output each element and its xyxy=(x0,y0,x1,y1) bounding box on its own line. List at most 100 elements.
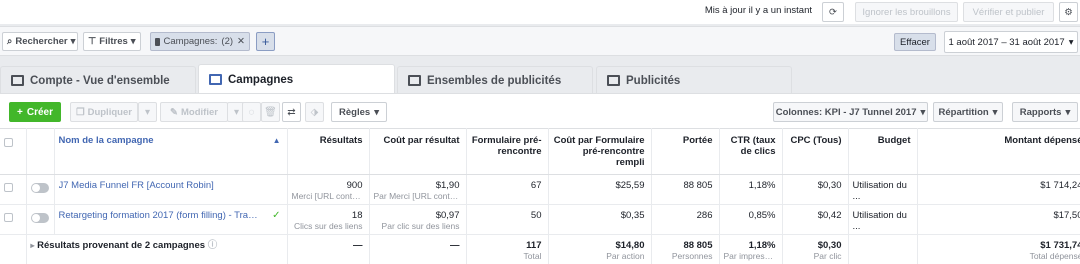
chip-count: (2) xyxy=(221,36,234,47)
column-header-cost-per-result[interactable]: Coût par résultat xyxy=(369,128,467,175)
column-header-cost-form[interactable]: Coût par Formulaire pré-rencontre rempli xyxy=(548,128,652,175)
filters-button[interactable]: ⊤ Filtres ▾ xyxy=(83,32,141,51)
tag-button[interactable]: ⬗ xyxy=(305,102,324,122)
results-cell: 18 Clics sur des liens xyxy=(287,204,370,235)
search-button[interactable]: ⌕ Rechercher ▾ xyxy=(2,32,78,51)
create-label: Créer xyxy=(26,106,53,118)
column-header-form[interactable]: Formulaire pré-rencontre xyxy=(466,128,549,175)
rules-button[interactable]: Règles ▾ xyxy=(331,102,387,122)
column-header-label: Nom de la campagne xyxy=(58,135,154,146)
ab-test-icon: ◌ xyxy=(248,106,255,118)
filter-icon: ⊤ xyxy=(88,36,97,47)
filter-bar: ⌕ Rechercher ▾ ⊤ Filtres ▾ Campagnes: (2… xyxy=(0,26,1080,56)
total-blank-cell xyxy=(0,234,27,264)
breakdown-button[interactable]: Répartition ▾ xyxy=(933,102,1003,122)
table-header-row: Nom de la campagne ▲ Résultats Coût par … xyxy=(0,128,1080,175)
results-value: 900 xyxy=(346,180,363,191)
last-updated-status: Mis à jour il y a un instant xyxy=(704,5,812,16)
total-reach-value: 88 805 xyxy=(683,240,713,251)
ctr-cell: 0,85% xyxy=(719,204,783,235)
column-header-results[interactable]: Résultats xyxy=(287,128,370,175)
select-all-header xyxy=(0,128,27,175)
tab-label: Publicités xyxy=(626,74,681,87)
trash-icon: 🗑 xyxy=(264,106,277,118)
columns-button[interactable]: Colonnes: KPI - J7 Tunnel 2017 ▾ xyxy=(773,102,928,122)
results-sub: Merci [URL contai... xyxy=(291,191,363,201)
column-header-cpc[interactable]: CPC (Tous) xyxy=(782,128,849,175)
breakdown-label: Répartition xyxy=(938,106,989,118)
column-header-spent[interactable]: Montant dépensé xyxy=(917,128,1080,175)
total-cost-per-result: — xyxy=(369,234,467,264)
total-label-cell: ▸ Résultats provenant de 2 campagnes ⓘ xyxy=(26,234,288,264)
preview-button[interactable]: ⇄ xyxy=(282,102,301,122)
date-range-picker[interactable]: 1 août 2017 – 31 août 2017 ▾ xyxy=(944,31,1078,53)
create-button[interactable]: + Créer xyxy=(9,102,61,122)
select-all-checkbox[interactable] xyxy=(4,138,13,147)
review-publish-button[interactable]: Vérifier et publier xyxy=(963,2,1054,22)
tab-ad-sets[interactable]: Ensembles de publicités xyxy=(397,66,593,94)
total-cpc-sub: Par clic xyxy=(813,251,842,261)
plus-icon: + xyxy=(17,106,23,118)
ad-set-icon xyxy=(408,75,421,86)
total-spent-sub: Total dépensé xyxy=(1029,251,1080,261)
campaign-name-link[interactable]: Retargeting formation 2017 (form filling… xyxy=(59,210,259,221)
edit-button[interactable]: ✎ Modifier xyxy=(160,102,228,122)
add-filter-button[interactable]: + xyxy=(256,32,275,51)
column-header-budget[interactable]: Budget xyxy=(848,128,918,175)
row-select-cell xyxy=(0,204,27,235)
delete-button[interactable]: 🗑 xyxy=(261,102,280,122)
ignore-drafts-button[interactable]: Ignorer les brouillons xyxy=(855,2,958,22)
spent-cell: $17,50 xyxy=(917,204,1080,235)
plus-icon: + xyxy=(261,34,270,49)
reach-cell: 286 xyxy=(651,204,720,235)
total-reach-cell: 88 805 Personnes xyxy=(651,234,720,264)
row-checkbox[interactable] xyxy=(4,183,13,192)
chevron-down-icon: ▾ xyxy=(130,36,136,47)
tab-campaigns[interactable]: Campagnes xyxy=(198,64,395,94)
cost-per-result-value: $1,90 xyxy=(435,180,460,191)
chevron-down-icon: ▾ xyxy=(70,36,76,47)
column-header-name[interactable]: Nom de la campagne ▲ xyxy=(54,128,288,175)
chip-label: Campagnes: xyxy=(163,36,218,47)
info-icon[interactable]: ⓘ xyxy=(208,240,218,251)
budget-cell: Utilisation du ... xyxy=(848,174,918,205)
budget-cell: Utilisation du ... xyxy=(848,204,918,235)
settings-button[interactable]: ⚙ xyxy=(1059,2,1078,22)
clear-filters-button[interactable]: Effacer xyxy=(894,33,936,51)
ctr-cell: 1,18% xyxy=(719,174,783,205)
chevron-down-icon: ▾ xyxy=(374,106,379,118)
duplicate-button[interactable]: ❐ Dupliquer xyxy=(70,102,138,122)
campaign-filter-chip[interactable]: Campagnes: (2) ✕ xyxy=(150,32,250,51)
close-icon[interactable]: ✕ xyxy=(237,36,245,47)
chevron-right-icon[interactable]: ▸ xyxy=(31,241,35,250)
results-cell: 900 Merci [URL contai... xyxy=(287,174,370,205)
ab-test-button[interactable]: ◌ xyxy=(242,102,261,122)
form-cell: 50 xyxy=(466,204,549,235)
refresh-button[interactable]: ⟳ xyxy=(822,2,844,22)
reports-button[interactable]: Rapports ▾ xyxy=(1012,102,1078,122)
campaign-toggle[interactable] xyxy=(30,183,49,193)
total-cost-form-cell: $14,80 Par action xyxy=(548,234,652,264)
row-checkbox[interactable] xyxy=(4,213,13,222)
campaign-name-link[interactable]: J7 Media Funnel FR [Account Robin] xyxy=(59,180,214,191)
tab-label: Campagnes xyxy=(228,73,294,86)
campaign-toggle[interactable] xyxy=(30,213,49,223)
date-range-label: 1 août 2017 – 31 août 2017 xyxy=(948,36,1065,48)
chevron-down-icon: ▾ xyxy=(992,106,998,118)
pencil-icon: ✎ xyxy=(170,106,178,118)
filters-label: Filtres xyxy=(99,36,128,47)
cost-per-result-sub: Par Merci [URL conta... xyxy=(373,191,460,201)
table-row[interactable]: Retargeting formation 2017 (form filling… xyxy=(0,204,1080,235)
sort-asc-icon: ▲ xyxy=(272,136,281,145)
chevron-down-icon: ▾ xyxy=(233,106,240,118)
tab-account-overview[interactable]: Compte - Vue d'ensemble xyxy=(0,66,196,94)
table-row[interactable]: J7 Media Funnel FR [Account Robin] 900 Me… xyxy=(0,174,1080,205)
duplicate-dropdown[interactable]: ▾ xyxy=(138,102,157,122)
preview-icon: ⇄ xyxy=(287,106,296,118)
column-header-ctr[interactable]: CTR (taux de clics xyxy=(719,128,783,175)
tab-ads[interactable]: Publicités xyxy=(596,66,792,94)
campaigns-table: Nom de la campagne ▲ Résultats Coût par … xyxy=(0,128,1080,264)
chevron-down-icon: ▾ xyxy=(920,106,926,118)
gear-icon: ⚙ xyxy=(1064,6,1073,18)
column-header-reach[interactable]: Portée xyxy=(651,128,720,175)
